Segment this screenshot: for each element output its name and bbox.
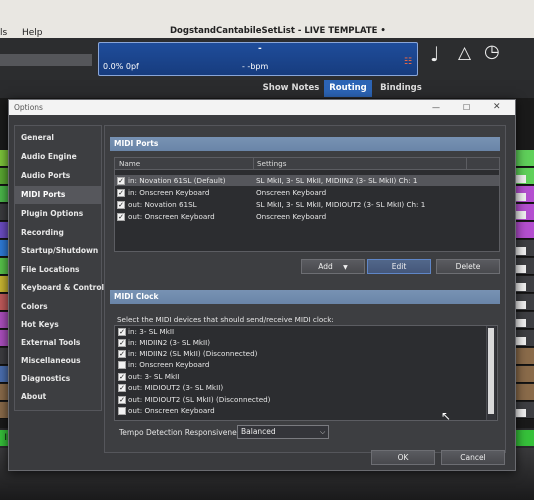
status-display-load: 0.0% 0pf — [103, 62, 139, 71]
port-name: out: Onscreen Keyboard — [128, 212, 215, 221]
menu-item-help[interactable]: Help — [22, 28, 43, 38]
tempo-detection-label: Tempo Detection Responsiveness: — [119, 428, 248, 437]
scrollbar-thumb[interactable] — [488, 328, 494, 414]
edit-port-button[interactable]: Edit — [367, 259, 431, 274]
sidebar-item-plugin-options[interactable]: Plugin Options — [15, 205, 101, 223]
sidebar-item-diagnostics[interactable]: Diagnostics — [15, 370, 101, 388]
sidebar-item-miscellaneous[interactable]: Miscellaneous — [15, 352, 101, 370]
minimize-icon[interactable]: — — [432, 100, 440, 115]
column-header-name[interactable]: Name — [119, 158, 140, 170]
clock-device-label: out: 3- SL MkII — [128, 372, 180, 381]
chevron-down-icon[interactable]: ⌵ — [320, 425, 325, 439]
signal-icon: ☷ — [404, 57, 413, 67]
checkbox-clock-device[interactable] — [118, 361, 126, 369]
checkbox-clock-device[interactable]: ✓ — [118, 396, 126, 404]
checkbox-clock-device[interactable]: ✓ — [118, 350, 126, 358]
midi-ports-header: MIDI Ports — [110, 137, 500, 151]
table-row[interactable]: ✓ out: Onscreen Keyboard Onscreen Keyboa… — [115, 211, 499, 222]
cancel-button[interactable]: Cancel — [441, 450, 505, 465]
sidebar-item-midi-ports[interactable]: MIDI Ports — [15, 186, 101, 204]
tempo-detection-select[interactable]: Balanced — [237, 425, 329, 439]
clock-device-label: in: Onscreen Keyboard — [128, 360, 210, 369]
window-title: DogstandCantabileSetList - LIVE TEMPLATE… — [170, 26, 386, 36]
port-settings: SL MkII, 3- SL MkII, MIDIOUT2 (3- SL MkI… — [256, 200, 426, 209]
status-display-song: - — [258, 44, 262, 54]
midi-clock-instruction: Select the MIDI devices that should send… — [117, 315, 334, 324]
toolbar-field[interactable] — [0, 54, 92, 66]
port-settings: Onscreen Keyboard — [256, 212, 327, 221]
tab-bindings[interactable]: Bindings — [376, 80, 426, 97]
clock-device-label: out: Onscreen Keyboard — [128, 406, 215, 415]
checkbox-clock-device[interactable]: ✓ — [118, 384, 126, 392]
sidebar-item-startup-shutdown[interactable]: Startup/Shutdown — [15, 242, 101, 260]
sidebar-item-about[interactable]: About — [15, 388, 101, 406]
delete-port-button[interactable]: Delete — [436, 259, 500, 274]
port-settings: Onscreen Keyboard — [256, 188, 327, 197]
table-row[interactable]: ✓ out: Novation 61SL SL MkII, 3- SL MkII… — [115, 199, 499, 210]
dialog-title: Options — [14, 103, 43, 112]
column-header-settings[interactable]: Settings — [257, 158, 286, 170]
checkbox-clock-device[interactable]: ✓ — [118, 339, 126, 347]
clock-device-label: in: 3- SL MkII — [128, 327, 175, 336]
sidebar-item-keyboard-controls[interactable]: Keyboard & Controls — [15, 279, 109, 297]
tab-show-notes[interactable]: Show Notes — [262, 80, 320, 97]
status-display-tempo: - -bpm — [242, 62, 269, 71]
sidebar-item-general[interactable]: General — [15, 129, 101, 147]
clock-device-label: out: MIDIOUT2 (SL MkII) (Disconnected) — [128, 395, 271, 404]
sidebar-item-recording[interactable]: Recording — [15, 224, 101, 242]
port-name: out: Novation 61SL — [128, 200, 197, 209]
sidebar-item-audio-engine[interactable]: Audio Engine — [15, 148, 101, 166]
close-icon[interactable]: ✕ — [493, 100, 501, 115]
sidebar-item-hot-keys[interactable]: Hot Keys — [15, 316, 101, 334]
ok-button[interactable]: OK — [371, 450, 435, 465]
clock-device-label: in: MIDIIN2 (SL MkII) (Disconnected) — [128, 349, 258, 358]
checkbox-port-enabled[interactable]: ✓ — [117, 200, 125, 209]
checkbox-port-enabled[interactable]: ✓ — [117, 188, 125, 197]
checkbox-port-enabled[interactable]: ✓ — [117, 176, 125, 185]
sidebar-item-external-tools[interactable]: External Tools — [15, 334, 101, 352]
maximize-icon[interactable]: ☐ — [463, 100, 470, 115]
column-divider[interactable] — [253, 158, 254, 170]
clock-device-label: in: MIDIIN2 (3- SL MkII) — [128, 338, 211, 347]
menu-item-tools[interactable]: ls — [0, 28, 7, 38]
play-indicator[interactable] — [516, 430, 534, 446]
port-name: in: Novation 61SL (Default) — [128, 176, 226, 185]
sidebar-item-file-locations[interactable]: File Locations — [15, 261, 101, 279]
checkbox-port-enabled[interactable]: ✓ — [117, 212, 125, 221]
port-name: in: Onscreen Keyboard — [128, 188, 210, 197]
sidebar-item-audio-ports[interactable]: Audio Ports — [15, 167, 101, 185]
metronome-icon[interactable]: △ — [458, 43, 471, 63]
table-row[interactable]: ✓ in: Onscreen Keyboard Onscreen Keyboar… — [115, 187, 499, 198]
checkbox-clock-device[interactable] — [118, 407, 126, 415]
checkbox-clock-device[interactable]: ✓ — [118, 328, 126, 336]
clock-device-label: out: MIDIOUT2 (3- SL MkII) — [128, 383, 224, 392]
table-row[interactable]: ✓ in: Novation 61SL (Default) SL MkII, 3… — [115, 175, 499, 186]
mouse-cursor-icon: ↖ — [441, 409, 452, 423]
add-button-label: Add — [318, 262, 333, 271]
checkbox-clock-device[interactable]: ✓ — [118, 373, 126, 381]
timer-icon[interactable]: ◷ — [484, 41, 500, 62]
sidebar-item-colors[interactable]: Colors — [15, 298, 101, 316]
tab-routing[interactable]: Routing — [324, 80, 372, 97]
chevron-down-icon: ▼ — [343, 264, 348, 271]
port-settings: SL MkII, 3- SL MkII, MIDIIN2 (3- SL MkII… — [256, 176, 418, 185]
music-note-icon[interactable]: ♩ — [430, 42, 439, 66]
column-divider[interactable] — [466, 158, 467, 170]
add-port-button[interactable]: Add ▼ — [301, 259, 365, 274]
midi-clock-header: MIDI Clock — [110, 290, 500, 304]
table-header — [115, 158, 499, 170]
